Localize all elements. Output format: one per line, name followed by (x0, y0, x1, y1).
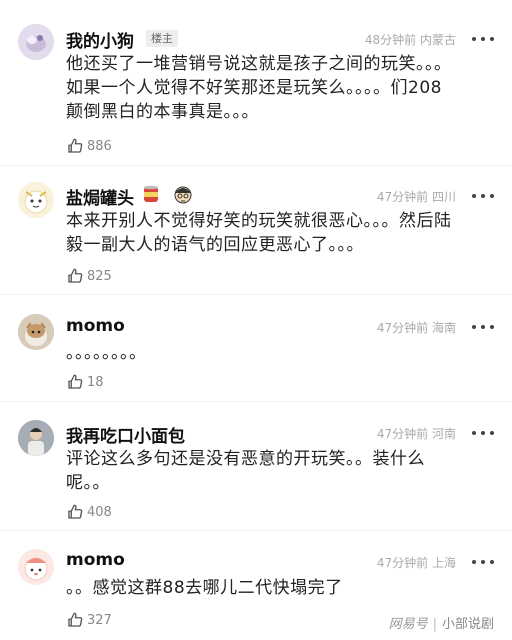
watermark-separator: | (432, 617, 437, 632)
more-options-icon[interactable] (472, 430, 494, 436)
like-button[interactable]: 327 (66, 611, 112, 629)
thumbs-up-icon (68, 612, 83, 627)
comment-line: 本来开别人不觉得好笑的玩笑就很恶心。。。然后陆 (66, 211, 452, 231)
avatar[interactable] (18, 182, 54, 218)
username[interactable]: momo (66, 550, 125, 570)
username[interactable]: 盐焗罐头 (66, 184, 134, 209)
more-options-icon[interactable] (472, 559, 494, 565)
comment-time: 47分钟前 (376, 556, 429, 570)
comment-meta: 47分钟前 海南 (377, 319, 456, 336)
comment-meta: 47分钟前 河南 (377, 425, 456, 442)
more-options-icon[interactable] (472, 324, 494, 330)
comment-time: 47分钟前 (376, 321, 429, 335)
comment-text: 。。感觉这群88去哪儿二代快塌完了 (66, 576, 486, 600)
like-count: 18 (87, 374, 104, 390)
comment-line: 评论这么多句还是没有恶意的开玩笑。。装什么 (66, 449, 425, 469)
comment-time: 47分钟前 (376, 427, 429, 441)
like-button[interactable]: 408 (66, 503, 112, 521)
like-count: 886 (87, 138, 112, 154)
avatar[interactable] (18, 549, 54, 585)
thumbs-up-icon (68, 138, 83, 153)
thumbs-up-icon (68, 268, 83, 283)
op-badge: 楼主 (146, 30, 178, 47)
comment-line: 呢。。 (66, 473, 110, 493)
like-count: 327 (87, 612, 112, 628)
comment-item: 我再吃口小面包 47分钟前 河南 评论这么多句还是没有恶意的开玩笑。。装什么 呢… (0, 402, 512, 530)
comment-meta: 48分钟前 内蒙古 (365, 31, 456, 48)
thumbs-up-icon (68, 504, 83, 519)
comment-meta: 47分钟前 四川 (377, 188, 456, 205)
cartoon-face-icon (174, 186, 192, 204)
watermark-brand: 网易号 (388, 617, 428, 632)
watermark-account: 小部说剧 (441, 617, 494, 632)
username[interactable]: 我的小狗 (66, 27, 134, 52)
comment-line: 。。感觉这群88去哪儿二代快塌完了 (66, 578, 343, 598)
like-count: 825 (87, 268, 112, 284)
comment-line: 如果一个人觉得不好笑那还是玩笑么。。。。们208 (66, 78, 442, 98)
username[interactable]: 我再吃口小面包 (66, 422, 185, 447)
like-button[interactable]: 886 (66, 137, 112, 155)
comment-time: 48分钟前 (364, 33, 417, 47)
username[interactable]: momo (66, 316, 125, 336)
comment-time: 47分钟前 (376, 190, 429, 204)
like-button[interactable]: 825 (66, 267, 112, 285)
canned-food-icon (144, 185, 158, 202)
comment-item: 我的小狗 楼主 48分钟前 内蒙古 他还买了一堆营销号说这就是孩子之间的玩笑。。… (0, 0, 512, 165)
comment-location: 四川 (431, 190, 456, 204)
avatar[interactable] (18, 420, 54, 456)
comment-line: 毅一副大人的语气的回应更恶心了。。。 (66, 235, 364, 255)
comment-text: 评论这么多句还是没有恶意的开玩笑。。装什么 呢。。 (66, 447, 486, 495)
comment-location: 上海 (431, 556, 456, 570)
like-count: 408 (87, 504, 112, 520)
more-options-icon[interactable] (472, 193, 494, 199)
more-options-icon[interactable] (472, 36, 494, 42)
avatar[interactable] (18, 314, 54, 350)
comment-line: 颠倒黑白的本事真是。。。 (66, 102, 259, 122)
avatar[interactable] (18, 24, 54, 60)
like-button[interactable]: 18 (66, 373, 104, 391)
comment-item: momo 47分钟前 海南 。。。。。。。。 18 (0, 295, 512, 401)
comment-location: 河南 (431, 427, 456, 441)
comment-meta: 47分钟前 上海 (377, 554, 456, 571)
comment-line: 他还买了一堆营销号说这就是孩子之间的玩笑。。。 (66, 54, 452, 74)
watermark: 网易号 | 小部说剧 (389, 613, 494, 632)
comment-text: 。。。。。。。。 (66, 341, 486, 365)
comment-text: 本来开别人不觉得好笑的玩笑就很恶心。。。然后陆 毅一副大人的语气的回应更恶心了。… (66, 209, 486, 257)
comment-line: 。。。。。。。。 (66, 343, 147, 363)
comment-text: 他还买了一堆营销号说这就是孩子之间的玩笑。。。 如果一个人觉得不好笑那还是玩笑么… (66, 52, 486, 124)
comment-item: 盐焗罐头 47分钟前 四川 本来开别人不觉得好笑的玩笑就很恶心。。。然后陆 毅一… (0, 166, 512, 294)
comment-location: 内蒙古 (419, 33, 456, 47)
thumbs-up-icon (68, 374, 83, 389)
comment-location: 海南 (431, 321, 456, 335)
